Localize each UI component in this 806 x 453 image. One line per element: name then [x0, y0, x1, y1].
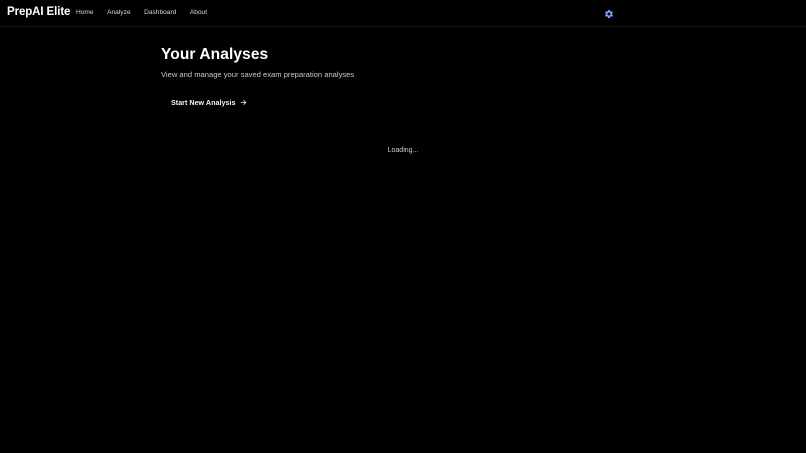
nav-link-about[interactable]: About: [190, 9, 207, 16]
settings-button[interactable]: [604, 9, 614, 19]
primary-nav: Home Analyze Dashboard About: [76, 9, 207, 16]
brand-logo[interactable]: PrepAI Elite: [7, 6, 70, 18]
gear-icon: [604, 9, 614, 19]
page-title: Your Analyses: [161, 46, 269, 63]
start-new-analysis-label: Start New Analysis: [171, 98, 236, 107]
top-navbar: PrepAI Elite Home Analyze Dashboard Abou…: [0, 0, 806, 27]
analyses-page: Your Analyses View and manage your saved…: [161, 46, 645, 107]
page-subtitle: View and manage your saved exam preparat…: [161, 70, 355, 79]
nav-link-home[interactable]: Home: [76, 9, 94, 16]
loading-indicator: Loading...: [387, 147, 419, 154]
arrow-right-icon: [240, 99, 247, 106]
nav-link-dashboard[interactable]: Dashboard: [144, 9, 176, 16]
start-new-analysis-button[interactable]: Start New Analysis: [171, 98, 247, 107]
nav-link-analyze[interactable]: Analyze: [107, 9, 130, 16]
